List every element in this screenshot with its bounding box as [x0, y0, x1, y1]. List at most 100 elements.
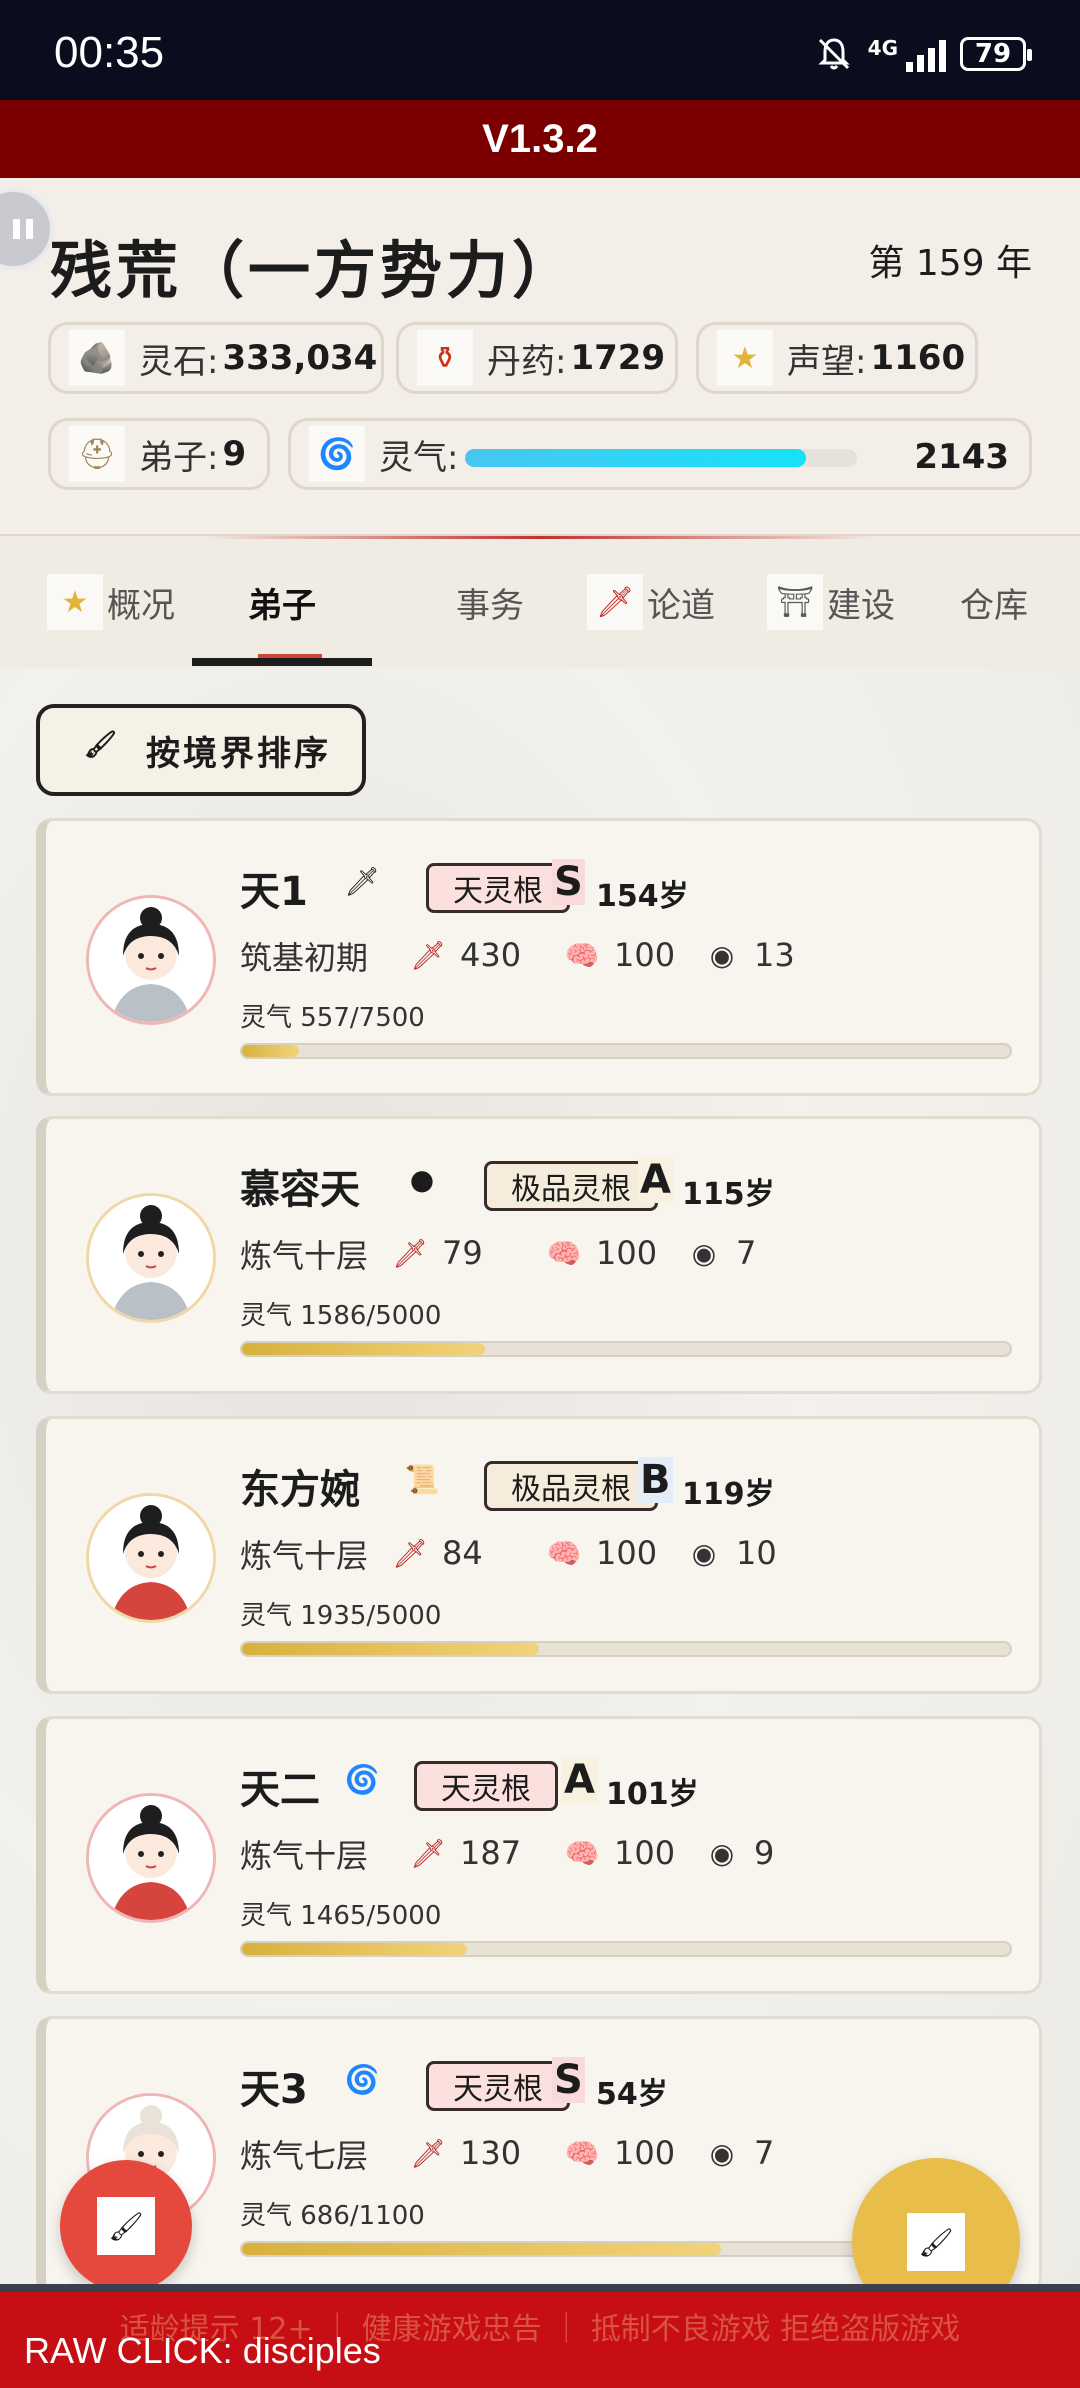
defense-value: 9 [754, 1834, 775, 1872]
disciple-realm: 炼气十层 [240, 1237, 369, 1275]
defense-value: 13 [754, 936, 795, 974]
tab-label: 建设 [827, 585, 895, 626]
defense-stat: ◉ 13 [700, 933, 795, 977]
tab-affairs[interactable]: 事务 [400, 536, 580, 668]
disciple-qi-text: 灵气 1586/5000 [240, 1301, 442, 1331]
tab-overview[interactable]: ★ 概况 [36, 536, 186, 668]
qi-progress-bar [240, 1641, 1012, 1657]
tab-label: 弟子 [248, 585, 316, 626]
brain-icon: 🧠 [564, 1836, 600, 1870]
spirit-root-label: 天灵根 [453, 2072, 543, 2107]
sword-icon: 🗡 [410, 2136, 446, 2170]
disciple-realm: 炼气十层 [240, 1537, 369, 1575]
year-display: 第 159 年 [868, 243, 1032, 284]
tab-label: 仓库 [960, 585, 1028, 626]
sword-icon: 🗡 [410, 1836, 446, 1870]
sort-by-realm-button[interactable]: 🖌 按境界排序 [36, 704, 366, 796]
version-bar: V1.3.2 [0, 100, 1080, 178]
disciple-name: 东方婉 [240, 1467, 360, 1513]
left-action-button[interactable]: 🖌 [60, 2160, 192, 2292]
attack-value: 84 [442, 1534, 483, 1572]
status-bar: 00:35 4G 79 [0, 0, 1080, 100]
qi-swirl-icon: 🌀 [344, 1763, 380, 1796]
spirit-stone-icon: 🪨 [69, 330, 125, 386]
attack-value: 130 [460, 2134, 522, 2172]
attack-stat: 🗡 84 [388, 1531, 483, 1575]
bell-muted-icon [818, 38, 850, 70]
sort-button-label: 按境界排序 [146, 733, 331, 774]
spirit-root-badge: 极品灵根 [484, 1161, 658, 1211]
brush-icon: 🖌 [907, 2213, 965, 2271]
grade-badge: S [552, 2057, 585, 2103]
resource-qi[interactable]: 🌀 灵气: 2143 [288, 418, 1032, 490]
disciple-avatar [86, 1793, 216, 1923]
disciple-avatar [86, 1493, 216, 1623]
sword-icon: 🗡 [344, 865, 380, 898]
sword-icon: 🗡 [392, 1236, 428, 1270]
disciple-qi-text: 灵气 686/1100 [240, 2201, 425, 2231]
tab-build[interactable]: ⛩ 建设 [756, 536, 906, 668]
sword-icon: 🗡 [392, 1536, 428, 1570]
disciple-card[interactable]: 慕容天 ● 极品灵根 A 115岁 炼气十层 🗡 79 🧠 100 ◉ 7 灵气 15… [36, 1116, 1042, 1394]
qi-progress-bar [240, 1043, 1012, 1059]
disciple-realm: 炼气十层 [240, 1837, 369, 1875]
resource-label: 弟子: [139, 437, 219, 478]
disciple-age: 119岁 [682, 1477, 775, 1512]
defense-value: 10 [736, 1534, 777, 1572]
disciple-name: 天1 [240, 869, 308, 915]
pause-button[interactable] [0, 188, 54, 270]
disciple-name: 慕容天 [240, 1167, 360, 1213]
mind-value: 100 [614, 1834, 676, 1872]
tab-debate[interactable]: 🗡 论道 [576, 536, 726, 668]
resource-value: 2143 [914, 437, 1009, 477]
raw-click-label: RAW CLICK: disciples [24, 2330, 381, 2371]
resource-label: 丹药: [487, 341, 567, 382]
disciple-card[interactable]: 天二 🌀 天灵根 A 101岁 炼气十层 🗡 187 🧠 100 ◉ 9 灵气 146… [36, 1716, 1042, 1994]
resource-label: 灵气: [379, 437, 459, 478]
disciples-panel: 🖌 按境界排序 天1 🗡 天灵根 S 154岁 筑基初期 🗡 430 🧠 100 ◉… [0, 668, 1080, 2388]
tab-warehouse[interactable]: 仓库 [960, 536, 1080, 668]
stone-icon: ● [409, 1163, 435, 1196]
resource-pills[interactable]: ⚱ 丹药: 1729 [396, 322, 678, 394]
tab-bar: ★ 概况 弟子 事务 🗡 论道 ⛩ 建设 仓库 [0, 536, 1080, 670]
mind-stat: 🧠 100 [560, 933, 676, 977]
disciple-name: 天二 [240, 1767, 320, 1813]
stone-icon: ◉ [691, 1536, 717, 1570]
attack-stat: 🗡 79 [388, 1231, 483, 1275]
mind-stat: 🧠 100 [560, 2131, 676, 2175]
defense-stat: ◉ 7 [682, 1231, 757, 1275]
attack-stat: 🗡 187 [406, 1831, 521, 1875]
mind-value: 100 [596, 1234, 658, 1272]
grade-badge: A [638, 1157, 673, 1203]
disciple-qi-text: 灵气 1935/5000 [240, 1601, 442, 1631]
resource-spirit-stone[interactable]: 🪨 灵石: 333,034 [48, 322, 384, 394]
star-icon: ★ [47, 574, 103, 630]
defense-stat: ◉ 10 [682, 1531, 777, 1575]
tab-label: 概况 [107, 585, 175, 626]
qi-progress-fill [242, 1943, 468, 1955]
resource-label: 灵石: [139, 341, 219, 382]
disciple-card[interactable]: 东方婉 📜 极品灵根 B 119岁 炼气十层 🗡 84 🧠 100 ◉ 10 灵气 1… [36, 1416, 1042, 1694]
scroll-icon: 📜 [404, 1463, 440, 1496]
tab-disciples[interactable]: 弟子 [192, 536, 372, 668]
disciple-card[interactable]: 天1 🗡 天灵根 S 154岁 筑基初期 🗡 430 🧠 100 ◉ 13 灵气 55… [36, 818, 1042, 1096]
defense-stat: ◉ 9 [700, 1831, 775, 1875]
qi-progress-bar [240, 1341, 1012, 1357]
sword-icon: 🗡 [587, 574, 643, 630]
grade-badge: S [552, 859, 585, 905]
sword-icon: 🗡 [410, 938, 446, 972]
defense-value: 7 [754, 2134, 775, 2172]
qi-swirl-icon: 🌀 [344, 2063, 380, 2096]
brain-icon: 🧠 [564, 938, 600, 972]
grade-badge: B [638, 1457, 673, 1503]
spirit-root-label: 天灵根 [441, 1772, 531, 1807]
disciple-qi-text: 灵气 557/7500 [240, 1003, 425, 1033]
disciple-name: 天3 [240, 2067, 308, 2113]
disciple-age: 154岁 [596, 879, 689, 914]
attack-stat: 🗡 430 [406, 933, 521, 977]
defense-value: 7 [736, 1234, 757, 1272]
resource-reputation[interactable]: ★ 声望: 1160 [696, 322, 978, 394]
disciple-realm: 炼气七层 [240, 2137, 369, 2175]
resource-disciples[interactable]: ⛑ 弟子: 9 [48, 418, 270, 490]
attack-value: 187 [460, 1834, 522, 1872]
